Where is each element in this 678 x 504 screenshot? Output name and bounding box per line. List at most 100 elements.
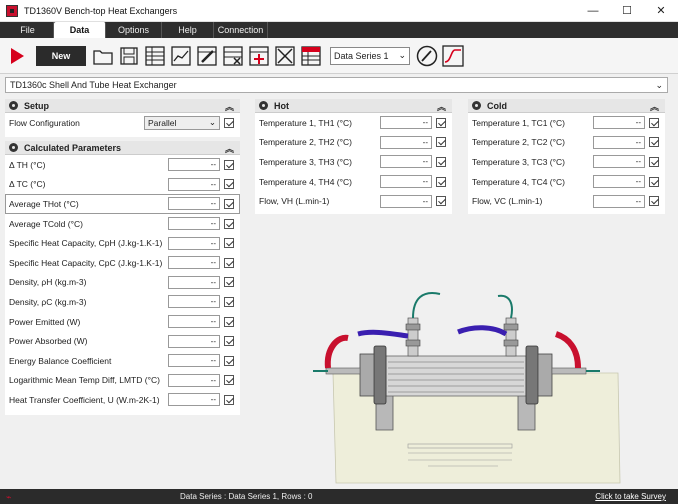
gauge-button[interactable]	[416, 45, 438, 67]
cold-value-field[interactable]: --	[593, 175, 645, 189]
clear-table-button[interactable]	[274, 45, 296, 67]
cold-value-field[interactable]: --	[593, 135, 645, 149]
save-button[interactable]	[118, 45, 140, 67]
calculated-row: Average TCold (°C) --	[5, 214, 240, 234]
cold-value-field[interactable]: --	[593, 155, 645, 169]
cold-value-field[interactable]: --	[593, 116, 645, 130]
collapse-icon[interactable]: ︽	[650, 100, 659, 113]
cold-checkbox[interactable]	[649, 196, 659, 207]
table-icon	[145, 45, 165, 66]
calculated-row: Logarithmic Mean Temp Diff, LMTD (°C) --	[5, 371, 240, 391]
calculated-value-field[interactable]: --	[168, 334, 220, 348]
calculated-value-field[interactable]: --	[168, 275, 220, 289]
calculated-value-field[interactable]: --	[168, 158, 220, 172]
setup-header[interactable]: Setup ︽	[5, 99, 240, 113]
curve-button[interactable]	[442, 44, 464, 67]
calculated-checkbox[interactable]	[224, 257, 234, 268]
new-button[interactable]: New	[36, 45, 86, 66]
calculated-checkbox[interactable]	[224, 316, 234, 327]
folder-icon	[93, 49, 113, 65]
calculated-checkbox[interactable]	[224, 375, 234, 386]
hot-checkbox[interactable]	[436, 156, 446, 167]
tab-options[interactable]: Options	[106, 22, 162, 38]
hot-row: Flow, VH (L.min-1) --	[255, 191, 452, 211]
connection-icon: ⌁	[6, 492, 12, 502]
collapse-icon[interactable]: ︽	[225, 100, 234, 113]
hot-value-field[interactable]: --	[380, 155, 432, 169]
calculated-checkbox[interactable]	[224, 355, 234, 366]
calculated-value-field[interactable]: --	[168, 217, 220, 231]
cold-checkbox[interactable]	[649, 137, 659, 148]
calculated-checkbox[interactable]	[224, 296, 234, 307]
tab-help[interactable]: Help	[162, 22, 214, 38]
data-series-select[interactable]: Data Series 1 ⌄	[330, 46, 410, 65]
calculated-checkbox[interactable]	[224, 218, 234, 229]
hot-panel: Hot ︽ Temperature 1, TH1 (°C) -- Temperatu…	[255, 99, 452, 214]
calculated-value-field[interactable]: --	[168, 295, 220, 309]
minimize-button[interactable]: —	[576, 0, 610, 22]
hot-value-field[interactable]: --	[380, 116, 432, 130]
chevron-down-icon: ⌄	[655, 79, 663, 90]
hot-header[interactable]: Hot ︽	[255, 99, 452, 113]
calculated-checkbox[interactable]	[224, 336, 234, 347]
hot-label: Flow, VH (L.min-1)	[259, 196, 330, 207]
save-icon	[120, 46, 138, 65]
calculated-checkbox[interactable]	[224, 179, 234, 190]
equipment-value: TD1360c Shell And Tube Heat Exchanger	[10, 80, 177, 90]
hot-checkbox[interactable]	[436, 117, 446, 128]
play-button[interactable]	[6, 45, 28, 67]
flow-config-select[interactable]: Parallel ⌄	[144, 115, 220, 130]
data-series-table-button[interactable]	[300, 45, 322, 67]
hot-value-field[interactable]: --	[380, 175, 432, 189]
flow-config-label: Flow Configuration	[9, 117, 80, 128]
cold-checkbox[interactable]	[649, 156, 659, 167]
open-folder-button[interactable]	[92, 45, 114, 67]
edit-data-button[interactable]	[196, 45, 218, 67]
hot-checkbox[interactable]	[436, 176, 446, 187]
tab-file[interactable]: File	[2, 22, 54, 38]
gauge-icon	[416, 45, 438, 66]
calculated-checkbox[interactable]	[224, 159, 234, 170]
graph-view-button[interactable]	[170, 45, 192, 67]
calculated-value-field[interactable]: --	[168, 256, 220, 270]
tab-connection[interactable]: Connection	[214, 22, 268, 38]
calculated-label: Heat Transfer Coefficient, U (W.m-2K-1)	[9, 394, 160, 405]
hot-checkbox[interactable]	[436, 137, 446, 148]
calculated-checkbox[interactable]	[224, 198, 234, 209]
tab-data[interactable]: Data	[54, 22, 106, 38]
flow-config-checkbox[interactable]	[224, 117, 234, 128]
calculated-checkbox[interactable]	[224, 394, 234, 405]
hot-label: Temperature 2, TH2 (°C)	[259, 137, 352, 148]
table-view-button[interactable]	[144, 45, 166, 67]
calculated-value-field[interactable]: --	[168, 177, 220, 191]
close-button[interactable]: ✕	[644, 0, 678, 22]
calculated-value-field[interactable]: --	[168, 373, 220, 387]
cold-label: Temperature 3, TC3 (°C)	[472, 156, 565, 167]
calculated-value-field[interactable]: --	[168, 393, 220, 407]
cold-checkbox[interactable]	[649, 176, 659, 187]
calculated-value-field[interactable]: --	[168, 354, 220, 368]
calculated-value-field[interactable]: --	[168, 315, 220, 329]
hot-value-field[interactable]: --	[380, 194, 432, 208]
calculated-checkbox[interactable]	[224, 238, 234, 249]
calculated-checkbox[interactable]	[224, 277, 234, 288]
calculated-value-field[interactable]: --	[168, 236, 220, 250]
hot-value-field[interactable]: --	[380, 135, 432, 149]
collapse-icon[interactable]: ︽	[225, 142, 234, 155]
cold-checkbox[interactable]	[649, 117, 659, 128]
calculated-header[interactable]: Calculated Parameters ︽	[5, 141, 240, 155]
collapse-icon[interactable]: ︽	[437, 100, 446, 113]
cold-row: Flow, VC (L.min-1) --	[468, 191, 665, 211]
calculated-row: Energy Balance Coefficient --	[5, 351, 240, 371]
calculated-value-field[interactable]: --	[168, 197, 220, 211]
status-bar: ⌁ Data Series : Data Series 1, Rows : 0 …	[0, 489, 678, 504]
maximize-button[interactable]: ☐	[610, 0, 644, 22]
cold-value-field[interactable]: --	[593, 194, 645, 208]
hot-checkbox[interactable]	[436, 196, 446, 207]
calculated-row: Δ TC (°C) --	[5, 175, 240, 195]
add-row-button[interactable]	[248, 45, 270, 67]
survey-link[interactable]: Click to take Survey	[595, 492, 666, 501]
delete-row-button[interactable]	[222, 45, 244, 67]
cold-header[interactable]: Cold ︽	[468, 99, 665, 113]
equipment-select[interactable]: TD1360c Shell And Tube Heat Exchanger ⌄	[5, 77, 668, 93]
